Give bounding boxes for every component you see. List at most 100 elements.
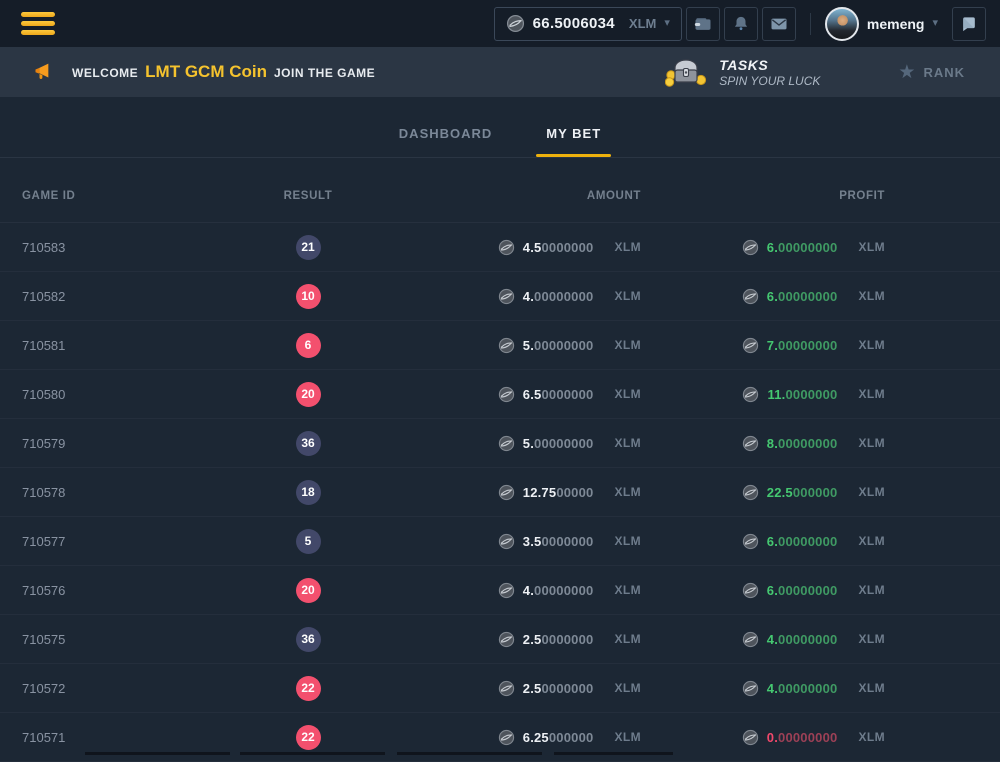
amount-value: 6.50000000 <box>523 387 594 402</box>
amount-value: 5.00000000 <box>523 338 594 353</box>
profit-value: 0.00000000 <box>767 730 838 745</box>
profit-currency: XLM <box>858 632 885 646</box>
table-row: 710572 22 2.50000000 XLM 4.00000000 XLM <box>0 664 1000 713</box>
chevron-down-icon: ▾ <box>932 18 938 29</box>
amount-currency: XLM <box>614 583 641 597</box>
profit-value: 6.00000000 <box>767 534 838 549</box>
coin-icon <box>498 288 515 305</box>
bet-table: GAME ID RESULT AMOUNT PROFIT 710583 21 4… <box>0 158 1000 762</box>
user-menu[interactable]: memeng ▾ <box>825 7 938 41</box>
messages-button[interactable] <box>762 7 796 41</box>
app: { "top_bar": { "balance": { "amount": "6… <box>0 0 1000 755</box>
rank-button[interactable]: ★ RANK <box>898 63 965 82</box>
megaphone-icon <box>33 61 56 84</box>
table-row: 710577 5 3.50000000 XLM 6.00000000 XLM <box>0 517 1000 566</box>
top-bar: 66.5006034 XLM ▾ memeng ▾ <box>0 0 1000 47</box>
username: memeng <box>867 16 925 32</box>
coin-icon <box>498 484 515 501</box>
result-badge: 22 <box>296 676 321 701</box>
amount-currency: XLM <box>614 632 641 646</box>
table-header: GAME ID RESULT AMOUNT PROFIT <box>0 158 1000 223</box>
result-badge: 20 <box>296 578 321 603</box>
profit-cell: 4.00000000 XLM <box>742 631 885 648</box>
coin-icon <box>742 631 759 648</box>
profit-cell: 22.5000000 XLM <box>742 484 885 501</box>
mail-icon <box>769 14 789 34</box>
amount-cell: 2.50000000 XLM <box>498 680 641 697</box>
amount-value: 5.00000000 <box>523 436 594 451</box>
profit-currency: XLM <box>858 289 885 303</box>
amount-value: 2.50000000 <box>523 681 594 696</box>
game-id: 710581 <box>0 338 240 353</box>
balance-selector[interactable]: 66.5006034 XLM ▾ <box>494 7 682 41</box>
game-id: 710572 <box>0 681 240 696</box>
profit-value: 22.5000000 <box>767 485 838 500</box>
column-result: RESULT <box>284 190 333 202</box>
profit-value: 4.00000000 <box>767 681 838 696</box>
game-id: 710577 <box>0 534 240 549</box>
amount-cell: 4.50000000 XLM <box>498 239 641 256</box>
profit-cell: 6.00000000 XLM <box>742 582 885 599</box>
result-badge: 20 <box>296 382 321 407</box>
profit-cell: 8.00000000 XLM <box>742 435 885 452</box>
amount-currency: XLM <box>614 338 641 352</box>
profit-cell: 6.00000000 XLM <box>742 288 885 305</box>
coin-icon <box>742 386 759 403</box>
amount-value: 3.50000000 <box>523 534 594 549</box>
wallet-button[interactable] <box>686 7 720 41</box>
avatar <box>825 7 859 41</box>
profit-currency: XLM <box>858 338 885 352</box>
result-badge: 21 <box>296 235 321 260</box>
profit-cell: 6.00000000 XLM <box>742 239 885 256</box>
result-badge: 5 <box>296 529 321 554</box>
amount-cell: 5.00000000 XLM <box>498 337 641 354</box>
chest-icon <box>665 55 707 89</box>
amount-value: 4.50000000 <box>523 240 594 255</box>
profit-currency: XLM <box>858 681 885 695</box>
coin-icon <box>498 729 515 746</box>
tab-dashboard[interactable]: DASHBOARD <box>389 126 503 157</box>
tab-my-bet[interactable]: MY BET <box>536 126 611 157</box>
coin-icon <box>498 386 515 403</box>
tasks-subtitle: SPIN YOUR LUCK <box>719 74 820 88</box>
notifications-button[interactable] <box>724 7 758 41</box>
amount-currency: XLM <box>614 730 641 744</box>
profit-value: 7.00000000 <box>767 338 838 353</box>
amount-cell: 6.50000000 XLM <box>498 386 641 403</box>
balance-currency: XLM <box>629 16 656 31</box>
coin-icon <box>742 337 759 354</box>
table-row: 710578 18 12.7500000 XLM 22.5000000 XLM <box>0 468 1000 517</box>
coin-icon <box>498 582 515 599</box>
profit-value: 6.00000000 <box>767 289 838 304</box>
amount-currency: XLM <box>614 436 641 450</box>
profit-cell: 6.00000000 XLM <box>742 533 885 550</box>
profit-cell: 0.00000000 XLM <box>742 729 885 746</box>
tasks-title: TASKS <box>719 57 820 73</box>
profit-currency: XLM <box>858 485 885 499</box>
stellar-coin-icon <box>506 14 525 33</box>
game-id: 710580 <box>0 387 240 402</box>
amount-currency: XLM <box>614 485 641 499</box>
amount-value: 4.00000000 <box>523 583 594 598</box>
tasks-button[interactable]: TASKS SPIN YOUR LUCK <box>665 55 820 89</box>
table-row: 710576 20 4.00000000 XLM 6.00000000 XLM <box>0 566 1000 615</box>
game-id: 710583 <box>0 240 240 255</box>
welcome-prefix: WELCOME <box>72 66 138 80</box>
bet-table-body: 710583 21 4.50000000 XLM 6.00000000 XLM … <box>0 223 1000 762</box>
chat-button[interactable] <box>952 7 986 41</box>
profit-cell: 4.00000000 XLM <box>742 680 885 697</box>
amount-value: 6.25000000 <box>523 730 594 745</box>
result-badge: 6 <box>296 333 321 358</box>
amount-cell: 6.25000000 XLM <box>498 729 641 746</box>
profit-value: 8.00000000 <box>767 436 838 451</box>
chat-icon <box>959 14 979 34</box>
amount-currency: XLM <box>614 289 641 303</box>
tab-bar: DASHBOARD MY BET <box>0 97 1000 158</box>
game-id: 710576 <box>0 583 240 598</box>
star-icon: ★ <box>898 63 915 82</box>
amount-currency: XLM <box>614 387 641 401</box>
coin-icon <box>742 533 759 550</box>
profit-currency: XLM <box>858 534 885 548</box>
menu-icon[interactable] <box>21 12 55 35</box>
welcome-highlight: LMT GCM Coin <box>145 62 267 82</box>
